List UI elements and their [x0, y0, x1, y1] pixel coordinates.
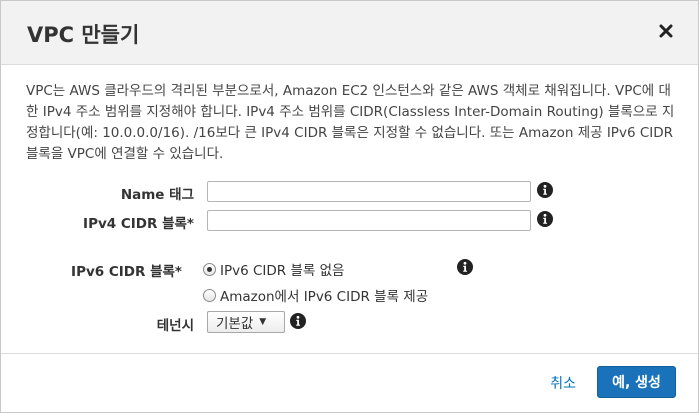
info-icon[interactable] — [537, 182, 553, 198]
radio-button[interactable] — [203, 262, 216, 276]
name-tag-input[interactable] — [207, 181, 531, 202]
info-icon[interactable] — [290, 313, 306, 329]
name-tag-label: Name 태그 — [120, 187, 194, 203]
ipv4-cidr-input[interactable] — [207, 210, 531, 231]
cancel-button[interactable]: 취소 — [550, 373, 576, 393]
close-icon — [659, 24, 673, 38]
chevron-down-icon: ▼ — [259, 317, 267, 327]
tenancy-label: 테넌시 — [156, 318, 194, 334]
ipv6-cidr-label: IPv6 CIDR 블록* — [71, 264, 182, 280]
footer-divider — [1, 353, 698, 354]
dialog-header: VPC 만들기 — [1, 1, 698, 65]
tenancy-select[interactable]: 기본값 ▼ — [207, 311, 285, 333]
ipv4-cidr-label: IPv4 CIDR 블록* — [83, 216, 194, 232]
close-button[interactable] — [654, 19, 678, 43]
dialog-title: VPC 만들기 — [27, 23, 140, 47]
ipv6-option-none-label: IPv6 CIDR 블록 없음 — [220, 263, 345, 279]
ipv6-option-amazon-label: Amazon에서 IPv6 CIDR 블록 제공 — [220, 289, 429, 305]
tenancy-selected-value: 기본값 — [216, 316, 254, 332]
create-vpc-dialog: VPC 만들기 VPC는 AWS 클라우드의 격리된 부분으로서, Amazon… — [0, 0, 699, 413]
create-button[interactable]: 예, 생성 — [597, 366, 676, 398]
radio-button[interactable] — [203, 288, 216, 302]
dialog-description: VPC는 AWS 클라우드의 격리된 부분으로서, Amazon EC2 인스턴… — [26, 83, 675, 162]
info-icon[interactable] — [537, 211, 553, 227]
ipv6-option-amazon[interactable]: Amazon에서 IPv6 CIDR 블록 제공 — [203, 285, 428, 305]
info-icon[interactable] — [457, 259, 473, 275]
ipv6-option-none[interactable]: IPv6 CIDR 블록 없음 — [203, 259, 344, 279]
